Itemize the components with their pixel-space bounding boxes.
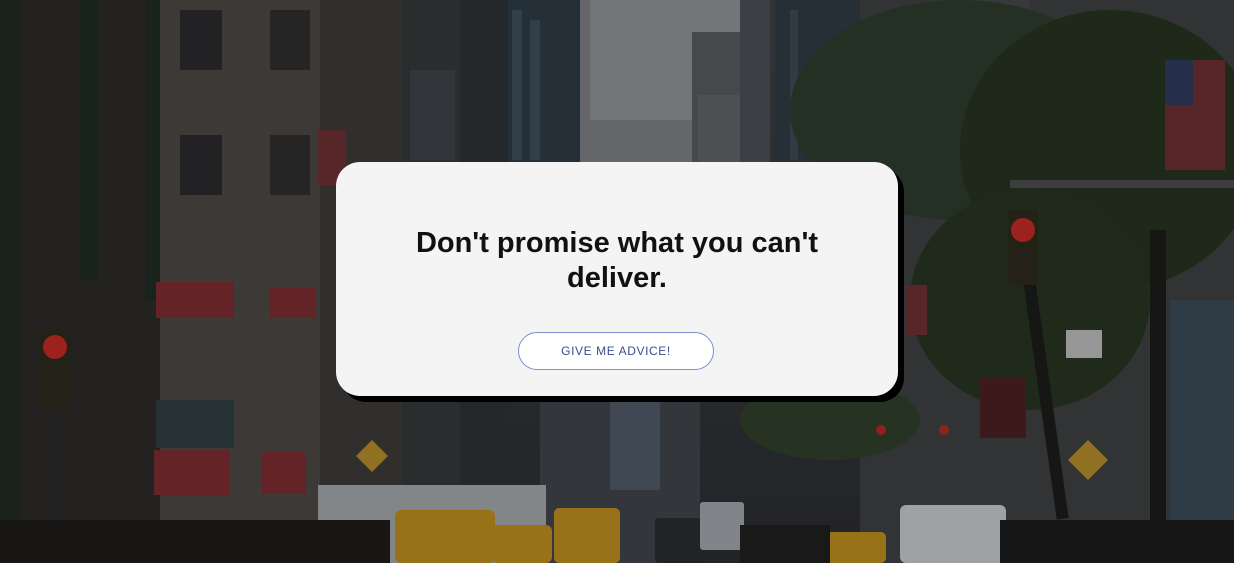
advice-text: Don't promise what you can't deliver. [415,227,819,294]
give-advice-button[interactable]: GIVE ME ADVICE! [518,332,714,370]
advice-card: Don't promise what you can't deliver. GI… [336,162,898,396]
page-background: Don't promise what you can't deliver. GI… [0,0,1234,563]
